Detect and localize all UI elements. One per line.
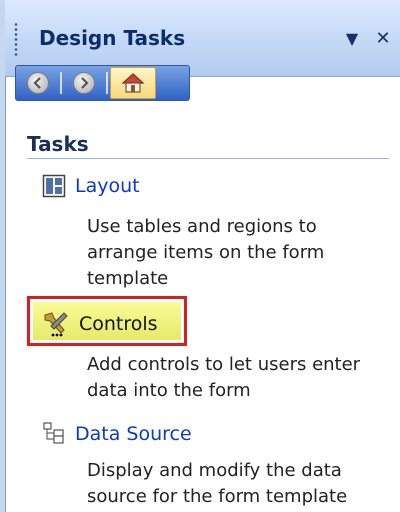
controls-icon bbox=[44, 312, 68, 337]
task-link-data-source[interactable]: Data Source bbox=[75, 423, 192, 445]
section-divider bbox=[27, 158, 389, 159]
task-description-controls: Add controls to let users enter data int… bbox=[87, 354, 361, 401]
data-source-icon bbox=[43, 422, 64, 444]
home-icon bbox=[121, 73, 145, 93]
nav-separator bbox=[60, 72, 62, 94]
forward-arrow-icon bbox=[73, 72, 95, 94]
task-controls[interactable]: Controls bbox=[42, 310, 158, 338]
section-heading: Tasks bbox=[27, 132, 89, 156]
back-button[interactable] bbox=[16, 69, 60, 97]
forward-button[interactable] bbox=[62, 69, 106, 97]
task-description-layout: Use tables and regions to arrange items … bbox=[87, 216, 325, 289]
home-button[interactable] bbox=[110, 67, 156, 99]
nav-separator bbox=[106, 72, 108, 94]
layout-icon bbox=[42, 174, 66, 198]
back-arrow-icon bbox=[27, 72, 49, 94]
dropdown-icon[interactable]: ▼ bbox=[341, 27, 363, 49]
drag-grip[interactable] bbox=[14, 22, 18, 58]
task-link-layout[interactable]: Layout bbox=[75, 175, 140, 197]
close-icon[interactable]: ✕ bbox=[372, 27, 394, 49]
task-data-source[interactable]: Data Source bbox=[42, 421, 192, 447]
task-layout[interactable]: Layout bbox=[42, 174, 140, 198]
task-link-controls[interactable]: Controls bbox=[79, 313, 158, 335]
pane-title: Design Tasks bbox=[39, 26, 186, 50]
task-description-data-source: Display and modify the data source for t… bbox=[87, 460, 348, 507]
navigation-bar bbox=[15, 65, 190, 101]
